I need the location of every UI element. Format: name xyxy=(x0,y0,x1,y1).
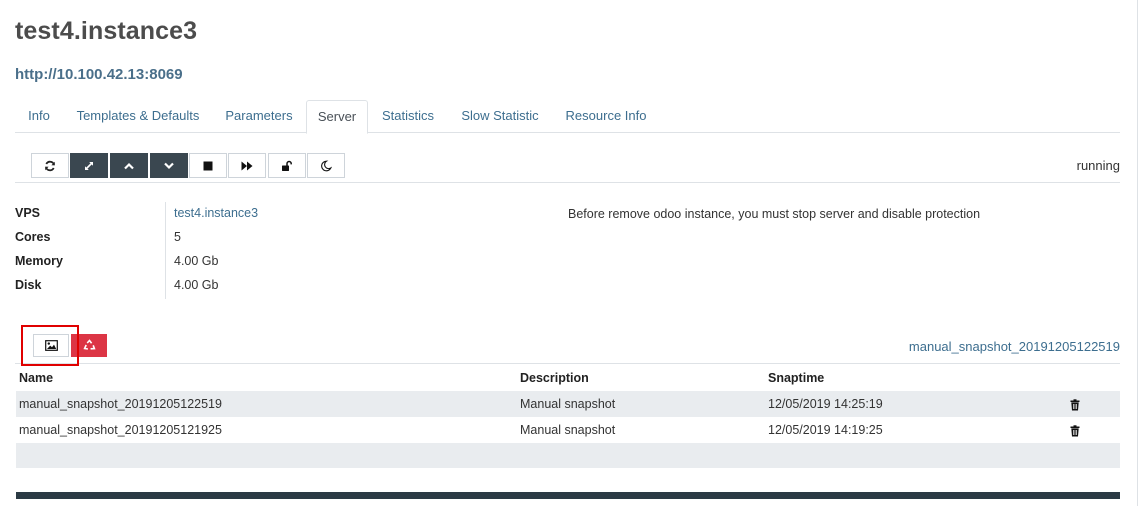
sleep-button[interactable] xyxy=(307,153,345,178)
moon-icon xyxy=(321,160,332,171)
stop-icon xyxy=(203,161,213,170)
server-status: running xyxy=(1076,158,1120,173)
table-row[interactable]: manual_snapshot_20191205122519 Manual sn… xyxy=(16,391,1120,417)
trash-icon xyxy=(1070,399,1080,411)
info-row-vps: VPS test4.instance3 xyxy=(15,202,275,226)
info-row-memory: Memory 4.00 Gb xyxy=(15,250,275,274)
delete-snapshot-button[interactable] xyxy=(1070,398,1080,416)
chevron-up-icon xyxy=(124,162,134,169)
move-up-button[interactable] xyxy=(110,153,148,178)
snapshot-button-highlight xyxy=(21,325,79,366)
recycle-icon xyxy=(82,339,96,350)
refresh-button[interactable] xyxy=(31,153,69,178)
page-title: test4.instance3 xyxy=(15,17,198,45)
snapshot-toolbar: manual_snapshot_20191205122519 xyxy=(15,333,1120,364)
tab-parameters[interactable]: Parameters xyxy=(213,100,305,133)
tab-slow-statistic[interactable]: Slow Statistic xyxy=(447,100,553,133)
snapshot-description: Manual snapshot xyxy=(520,423,616,437)
refresh-icon xyxy=(45,160,55,171)
window-right-edge xyxy=(1137,0,1138,506)
column-header-name: Name xyxy=(19,371,54,385)
column-header-snaptime: Snaptime xyxy=(768,371,825,385)
stop-button[interactable] xyxy=(189,153,227,178)
current-snapshot-name: manual_snapshot_20191205122519 xyxy=(908,339,1120,354)
footer-bar xyxy=(16,492,1120,499)
tab-templates-defaults[interactable]: Templates & Defaults xyxy=(63,100,213,133)
memory-value: 4.00 Gb xyxy=(174,254,219,268)
cores-value: 5 xyxy=(174,230,181,244)
vps-link[interactable]: test4.instance3 xyxy=(174,206,258,220)
table-row[interactable]: manual_snapshot_20191205121925 Manual sn… xyxy=(16,417,1120,443)
instance-url-link[interactable]: http://10.100.42.13:8069 xyxy=(15,66,183,83)
server-toolbar: running xyxy=(15,152,1120,183)
tab-resource-info[interactable]: Resource Info xyxy=(553,100,659,133)
tab-bar: Info Templates & Defaults Parameters Ser… xyxy=(15,100,1120,134)
cores-label: Cores xyxy=(15,230,51,244)
table-footer-row xyxy=(16,443,1120,468)
column-header-description: Description xyxy=(520,371,589,385)
tab-info[interactable]: Info xyxy=(15,100,63,133)
delete-snapshot-button[interactable] xyxy=(1070,424,1080,442)
snapshot-time: 12/05/2019 14:19:25 xyxy=(768,423,883,437)
fast-forward-button[interactable] xyxy=(228,153,266,178)
vps-label: VPS xyxy=(15,206,41,220)
info-row-cores: Cores 5 xyxy=(15,226,275,250)
move-down-button[interactable] xyxy=(150,153,188,178)
expand-icon xyxy=(85,161,93,170)
fast-forward-icon xyxy=(241,161,253,170)
unlock-button[interactable] xyxy=(268,153,306,178)
chevron-down-icon xyxy=(164,162,174,169)
snapshot-time: 12/05/2019 14:25:19 xyxy=(768,397,883,411)
disk-label: Disk xyxy=(15,278,42,292)
tab-statistics[interactable]: Statistics xyxy=(369,100,447,133)
snapshot-name: manual_snapshot_20191205121925 xyxy=(19,423,222,437)
expand-button[interactable] xyxy=(70,153,108,178)
snapshot-name: manual_snapshot_20191205122519 xyxy=(19,397,222,411)
tab-server[interactable]: Server xyxy=(306,100,368,134)
remove-instance-notice: Before remove odoo instance, you must st… xyxy=(568,207,981,221)
trash-icon xyxy=(1070,425,1080,437)
memory-label: Memory xyxy=(15,254,63,268)
disk-value: 4.00 Gb xyxy=(174,278,219,292)
snapshot-description: Manual snapshot xyxy=(520,397,616,411)
table-header: Name Description Snaptime xyxy=(16,366,1120,390)
unlock-icon xyxy=(282,160,292,171)
info-row-disk: Disk 4.00 Gb xyxy=(15,274,275,298)
